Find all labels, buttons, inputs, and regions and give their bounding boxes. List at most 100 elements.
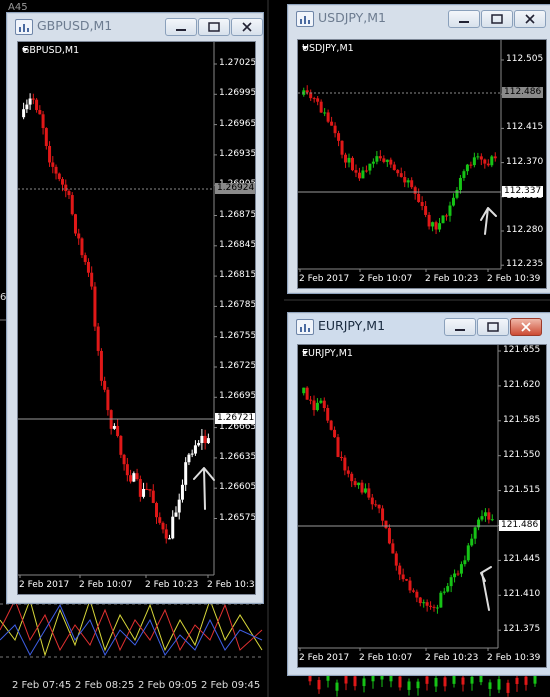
maximize-button[interactable] (481, 10, 513, 28)
time-tick-label: 2 Feb 10:07 (359, 274, 413, 284)
candle-body (434, 222, 438, 230)
candle-body (193, 445, 197, 454)
candle-body (122, 454, 126, 465)
background-candle-body (344, 676, 348, 684)
candle-body (51, 162, 55, 167)
candle-body (171, 516, 175, 539)
background-candle-body (407, 681, 411, 690)
candle-body (448, 205, 452, 216)
close-button[interactable] (514, 10, 546, 28)
candle-body (382, 158, 386, 162)
candle-body (438, 223, 442, 230)
candle-body (408, 580, 412, 591)
candle-body (339, 456, 343, 458)
usdjpy-title-bar[interactable]: USDJPY,M1 (288, 5, 550, 31)
candle-body (487, 512, 491, 520)
price-tick-label: 1.26605 (219, 482, 256, 493)
candle-body (315, 402, 319, 411)
candle-body (67, 191, 71, 196)
candle-body (330, 121, 334, 126)
candle-body (103, 380, 107, 390)
candle-body (394, 553, 398, 566)
candle-body (305, 90, 309, 93)
candle-body (83, 255, 87, 262)
candle-body (187, 454, 191, 463)
candle-body (135, 473, 139, 480)
chart-window-icon (296, 11, 314, 27)
gbpusd-chart-window[interactable]: GBPUSD,M1 GBPUSD,M1 1.27025 1.26995 1.2696… (6, 12, 264, 604)
candle-body (44, 128, 48, 146)
candle-body (309, 399, 313, 401)
background-time-label: 2 Feb 09:45 (201, 680, 261, 691)
candle-body (190, 453, 194, 455)
candle-body (403, 177, 407, 183)
background-candle-body (461, 677, 465, 685)
candle-body (463, 560, 467, 565)
candle-body (476, 156, 480, 158)
time-tick-label: 2 Feb 10:23 (145, 580, 199, 590)
candle-body (112, 426, 116, 429)
background-candle-body (515, 677, 519, 684)
candle-body (93, 286, 97, 327)
hand-drawn-arrow-annotation (480, 566, 492, 611)
current-price-label: 112.337 (502, 186, 544, 197)
eurjpy-chart-window[interactable]: EURJPY,M1 EURJPY,M1 121.655 121.620 121.58… (287, 312, 550, 676)
eurjpy-title-bar[interactable]: EURJPY,M1 (288, 313, 550, 339)
maximize-button[interactable] (477, 318, 509, 336)
candle-body (446, 586, 450, 592)
time-tick-label: 2 Feb 2017 (299, 274, 350, 284)
minimize-button[interactable] (444, 318, 476, 336)
current-price-label: 1.26721 (215, 413, 255, 424)
minimize-button[interactable] (448, 10, 480, 28)
candle-body (449, 577, 453, 587)
candle-body (411, 590, 415, 592)
candle-body (405, 579, 409, 581)
background-candle-body (317, 679, 321, 690)
minimize-button[interactable] (165, 18, 197, 36)
candle-body (90, 272, 94, 287)
candle-body (459, 564, 463, 574)
candle-body (316, 98, 320, 102)
usdjpy-chart-window[interactable]: USDJPY,M1 USDJPY,M1 112.505112.460112.41… (287, 4, 550, 294)
close-button[interactable] (510, 318, 542, 336)
candle-body (418, 597, 422, 604)
candle-body (203, 435, 207, 444)
candle-body (312, 98, 316, 100)
price-tick-label: 1.26695 (219, 391, 256, 402)
candle-body (410, 180, 414, 188)
background-candle-body (443, 677, 447, 687)
candle-body (200, 435, 204, 443)
time-tick-label: 2 Feb 10:07 (359, 653, 413, 663)
price-tick-label: 121.445 (503, 554, 541, 565)
candle-body (427, 214, 431, 227)
candle-body (302, 387, 306, 394)
candle-body (70, 195, 74, 215)
candle-body (148, 489, 152, 491)
candle-body (420, 201, 424, 207)
candle-body (486, 163, 490, 166)
gbpusd-title-bar[interactable]: GBPUSD,M1 (7, 13, 263, 39)
eurjpy-price-chart[interactable]: EURJPY,M1 121.655 121.620 121.585 121.550 12… (297, 344, 547, 668)
candle-body (479, 156, 483, 160)
candle-body (80, 238, 84, 256)
candle-body (337, 133, 341, 141)
candle-body (350, 473, 354, 482)
candle-body (54, 166, 58, 174)
price-tick-label: 112.235 (506, 259, 544, 270)
candle-body (399, 173, 403, 178)
candle-body (363, 488, 367, 493)
close-button[interactable] (231, 18, 263, 36)
hand-drawn-arrow-annotation (480, 207, 497, 235)
maximize-button[interactable] (198, 18, 230, 36)
candle-body (61, 179, 65, 185)
candle-body (158, 517, 162, 523)
gbpusd-price-chart[interactable]: GBPUSD,M1 1.27025 1.26995 1.26965 1.26935 1.… (17, 41, 256, 595)
candle-body (116, 426, 120, 436)
usdjpy-price-chart[interactable]: USDJPY,M1 112.505112.460112.415112.37011… (297, 39, 547, 289)
candle-body (389, 159, 393, 165)
candle-body (167, 538, 171, 540)
candle-body (161, 522, 165, 530)
price-tick-label: 121.515 (503, 484, 541, 495)
candlestick-plot (298, 345, 501, 651)
candle-body (184, 462, 188, 485)
